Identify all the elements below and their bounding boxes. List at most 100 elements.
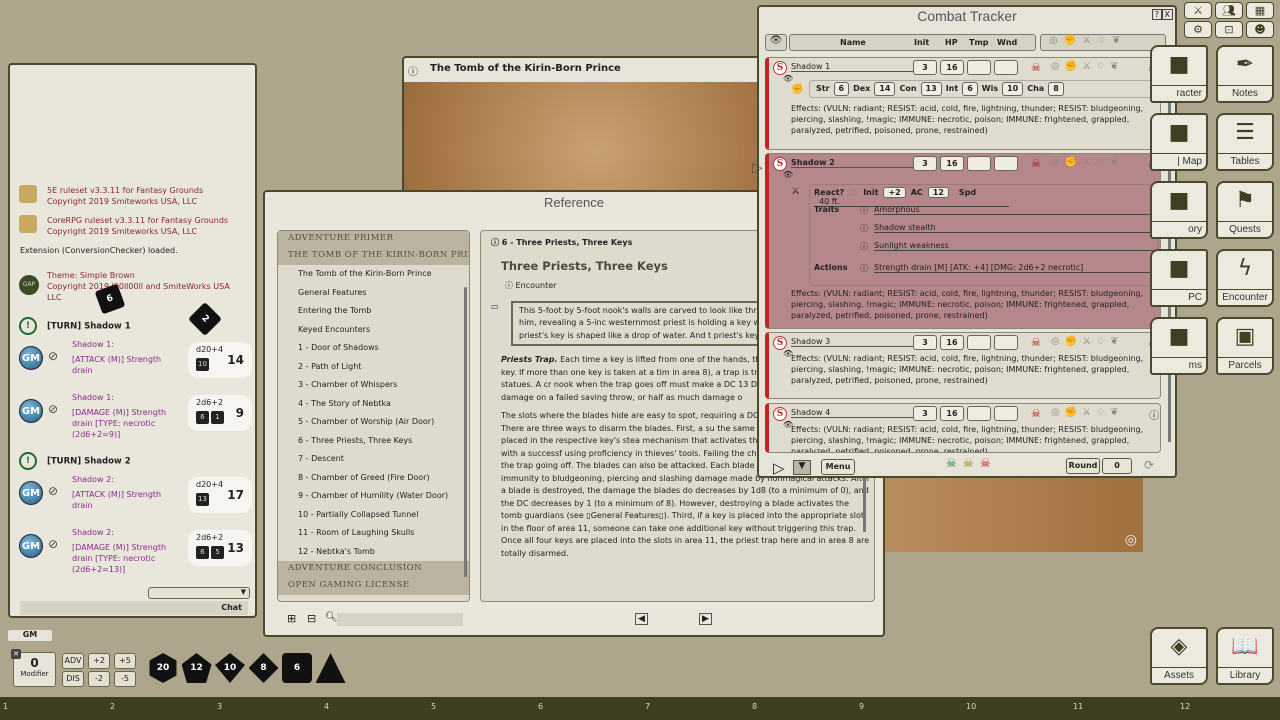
menu-button[interactable]: Menu [821,459,855,475]
index-group[interactable]: OPEN GAMING LICENSE [278,578,469,595]
sidebar-button-partial[interactable]: ■ PC [1150,249,1208,307]
combatant-init[interactable]: 3 [913,60,937,75]
hotkey-slot[interactable]: 12 [1180,702,1190,711]
info-icon[interactable]: ⓘ [860,205,868,216]
index-item[interactable]: 10 - Partially Collapsed Tunnel [278,506,469,525]
visibility-toggle[interactable]: 👁︎ [765,34,787,51]
skull-icon[interactable]: ☠ [1031,61,1041,74]
combatant-row[interactable]: S👁︎Shadow 3316☠◎✊⚔♢❦ⓘEffects: (VULN: rad… [765,332,1161,399]
collapse-all-icon[interactable]: ⊟ [307,612,316,625]
visibility-eye-icon[interactable]: 👁︎ [783,170,793,179]
modifier-button[interactable]: -5 [114,671,136,687]
modifier-button[interactable]: +5 [114,653,136,669]
target-icon[interactable]: ◎ [1125,532,1137,548]
die-d6[interactable]: 6 [282,653,312,683]
hidden-eye-icon[interactable]: ⊘ [48,484,58,498]
modifier-button[interactable]: DIS [62,671,84,687]
ability-score[interactable]: 6 [833,82,850,96]
sidebar-button-partial[interactable]: ■ | Map [1150,113,1208,171]
index-item[interactable]: 12 - Nebtka's Tomb [278,543,469,562]
die-d4[interactable] [315,653,346,683]
trait-item[interactable]: Shadow stealth [874,223,1154,233]
settings-icon[interactable]: ⚙ [1184,21,1212,38]
hidden-eye-icon[interactable]: ⊘ [48,349,58,363]
index-item[interactable]: 9 - Chamber of Humility (Water Door) [278,487,469,506]
combatant-name[interactable]: Shadow 1 [791,62,927,72]
info-icon[interactable]: ⓘ [860,223,868,234]
hotkey-slot[interactable]: 7 [645,702,650,711]
ability-score[interactable]: 6 [962,82,978,96]
identity-tab[interactable]: GM [8,630,52,641]
index-item[interactable]: General Features [278,284,469,303]
combatant-init[interactable]: 3 [913,406,937,421]
react-toggle[interactable]: ○ [850,188,857,197]
reset-round-icon[interactable]: ⟳ [1144,458,1154,472]
hotkey-bar[interactable]: 1 2 3 4 5 6 7 8 9 10 11 12 [0,697,1280,720]
ability-score[interactable]: 14 [874,82,896,96]
visibility-eye-icon[interactable]: 👁︎ [783,74,793,83]
sidebar-button-tables[interactable]: ☰ Tables [1216,113,1274,171]
faction-icon[interactable]: S [773,407,787,421]
index-item[interactable]: Entering the Tomb [278,302,469,321]
skull-icon[interactable]: ☠ [1031,407,1041,420]
index-item[interactable]: 3 - Chamber of Whispers [278,376,469,395]
combatant-hp[interactable]: 16 [940,406,964,421]
hotkey-slot[interactable]: 6 [538,702,543,711]
hidden-eye-icon[interactable]: ⊘ [48,402,58,416]
combatant-init[interactable]: 3 [913,335,937,350]
info-icon[interactable]: ⓘ [1149,407,1159,422]
sidebar-button-library[interactable]: 📖 Library [1216,627,1274,685]
sidebar-button-notes[interactable]: ✒ Notes [1216,45,1274,103]
trait-item[interactable]: Amorphous [874,205,1154,215]
chat-mode-select[interactable]: ▼ [148,587,250,599]
previous-page-button[interactable]: ◀ [635,613,648,625]
round-counter[interactable]: 0 [1102,458,1132,474]
map-image-lower[interactable]: ◎ [885,478,1143,552]
modifier-button[interactable]: -2 [88,671,110,687]
hotkey-slot[interactable]: 11 [1073,702,1083,711]
index-group[interactable]: THE TOMB OF THE KIRIN-BORN PRINCE [278,248,469,265]
die-d10[interactable]: 10 [215,653,245,683]
index-item[interactable]: Keyed Encounters [278,321,469,340]
skull-red-icon[interactable]: ☠ [980,456,991,470]
expand-all-icon[interactable]: ⊞ [287,612,296,625]
party-icon[interactable]: 👥︎ [1215,2,1243,19]
combatant-wnd[interactable] [994,60,1018,75]
index-item[interactable]: 2 - Path of Light [278,358,469,377]
combatant-name[interactable]: Shadow 3 [791,337,927,347]
index-item[interactable]: 4 - The Story of Nebtka [278,395,469,414]
combatant-hp[interactable]: 16 [940,335,964,350]
calendar-icon[interactable]: ▦ [1246,2,1274,19]
skull-icon[interactable]: ☠ [1031,336,1041,349]
combatant-wnd[interactable] [994,156,1018,171]
info-icon[interactable]: ⓘ [408,63,418,78]
die-d8[interactable]: 8 [248,653,279,683]
hotkey-slot[interactable]: 1 [3,702,8,711]
combatant-hp[interactable]: 16 [940,156,964,171]
next-page-button[interactable]: ▶ [699,613,712,625]
combatant-name[interactable]: Shadow 4 [791,408,927,418]
lighting-icon[interactable]: ⊡ [1215,21,1243,38]
index-group[interactable]: ADVENTURE CONCLUSION [278,561,469,578]
index-group[interactable]: ADVENTURE PRIMER [278,231,469,248]
hotkey-slot[interactable]: 3 [217,702,222,711]
search-input[interactable] [337,613,463,626]
section-toggles[interactable]: ◎✊⚔♢❦ [1040,34,1166,51]
info-icon[interactable]: ⓘ [860,241,868,252]
faction-icon[interactable]: S [773,61,787,75]
index-item[interactable]: 6 - Three Priests, Three Keys [278,432,469,451]
options-dropdown[interactable]: ▼ [793,460,811,475]
section-icons[interactable]: ◎✊⚔♢❦ [1051,61,1124,72]
floating-die[interactable]: 2 [188,302,222,336]
combatant-row[interactable]: S 👁︎ Shadow 4 3 16 ☠ ◎✊⚔♢❦ ⓘ Effects: (VULN: rad… [765,403,1161,453]
combatant-init[interactable]: 3 [913,156,937,171]
ability-score[interactable]: 10 [1002,82,1024,96]
skull-yellow-icon[interactable]: ☠ [963,456,974,470]
skull-icon[interactable]: ☠ [1031,157,1041,170]
ability-score[interactable]: 13 [920,82,942,96]
close-button[interactable]: X [1161,9,1173,20]
index-item[interactable]: The Tomb of the Kirin-Born Prince [278,265,469,284]
section-icons[interactable]: ◎✊⚔♢❦ [1051,407,1124,418]
combatant-wnd[interactable] [994,335,1018,350]
die-d20[interactable]: 20 [149,653,177,683]
